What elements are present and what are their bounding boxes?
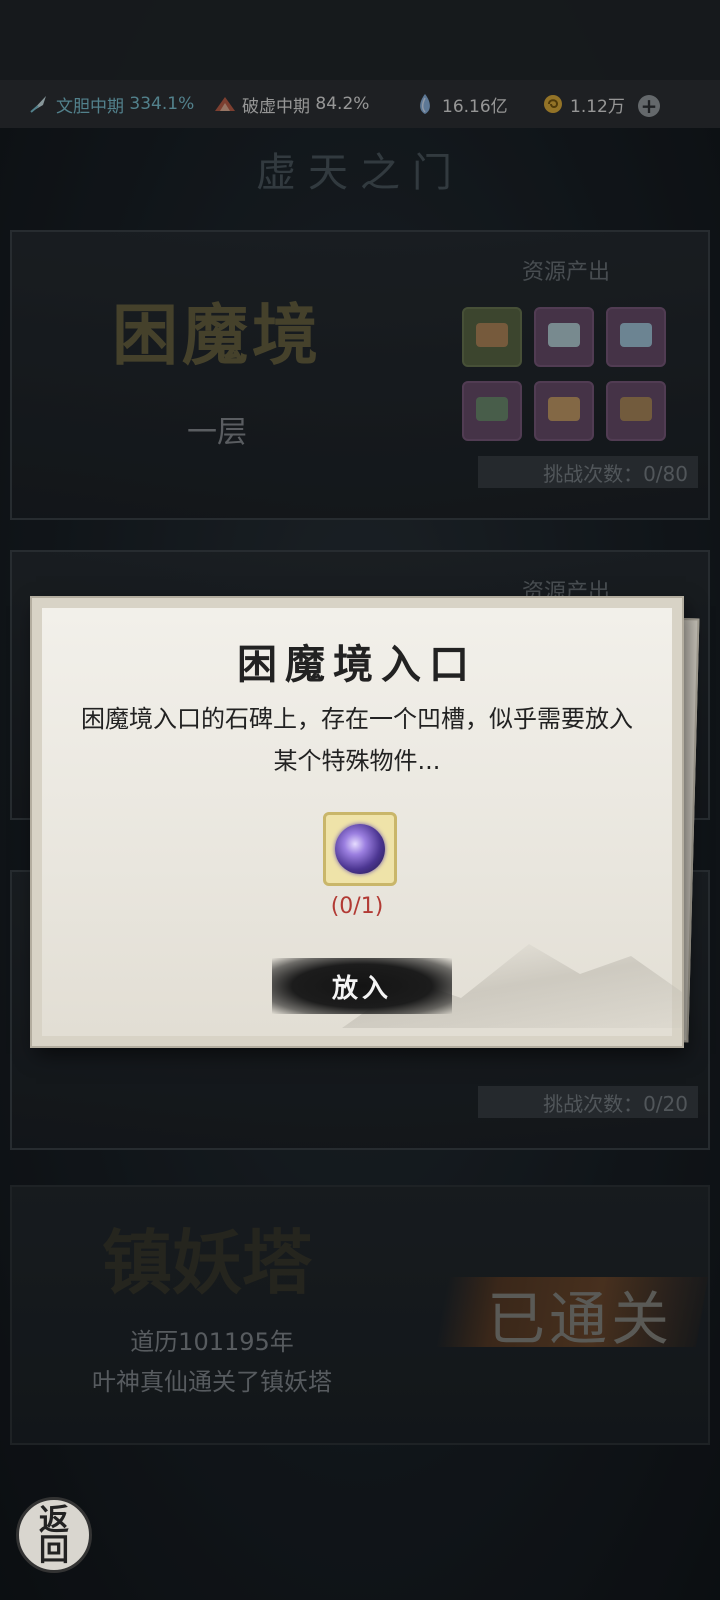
back-button-char2: 回 <box>39 1533 69 1568</box>
back-button-char1: 返 <box>39 1503 69 1538</box>
dialog-description: 困魔境入口的石碑上，存在一个凹槽，似乎需要放入某个特殊物件... <box>81 705 633 775</box>
back-button[interactable]: 返 回 <box>16 1497 92 1573</box>
required-item-count: (0/1) <box>330 894 384 919</box>
dialog-title: 困魔境入口 <box>237 641 477 688</box>
purple-orb-icon <box>335 824 385 874</box>
entrance-dialog: 困魔境入口 困魔境入口的石碑上，存在一个凹槽，似乎需要放入某个特殊物件... (… <box>32 598 682 1046</box>
screen: 文胆中期 334.1% 破虚中期 84.2% 16.16亿 1.12万 + 虚天… <box>0 0 720 1600</box>
required-item-slot[interactable] <box>323 812 397 886</box>
place-item-button[interactable]: 放入 <box>272 958 452 1014</box>
